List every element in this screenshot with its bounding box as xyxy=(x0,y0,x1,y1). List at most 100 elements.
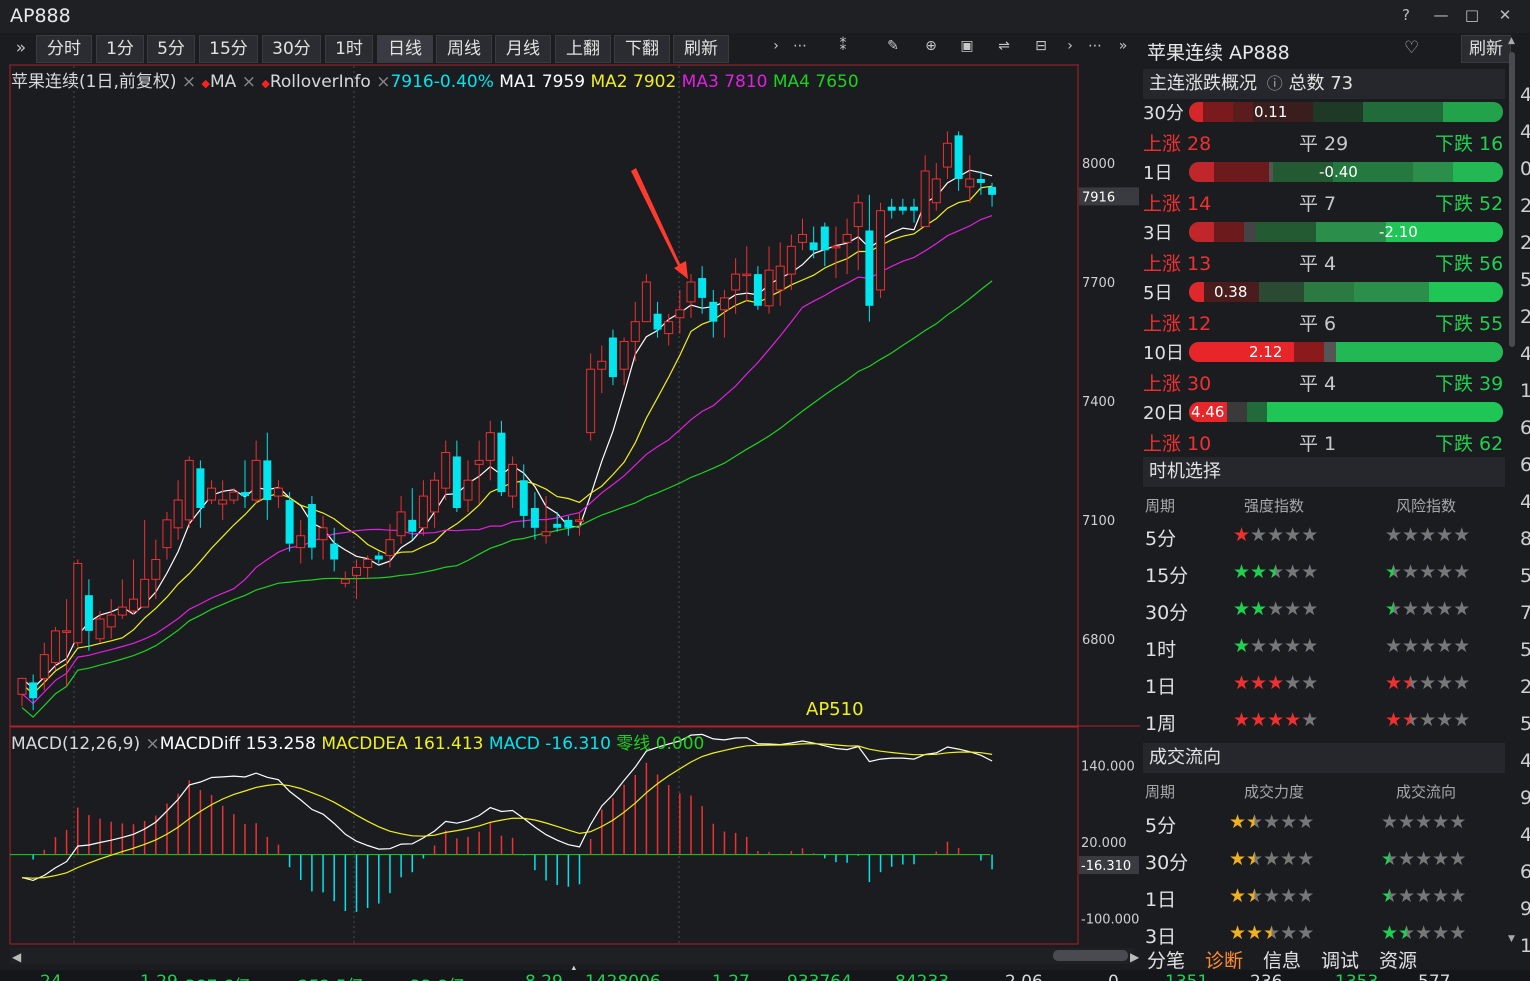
tab-15min[interactable]: 15分 xyxy=(199,35,258,63)
panel-refresh-button[interactable]: 刷新 xyxy=(1461,35,1511,63)
tab-resources[interactable]: 资源 xyxy=(1379,946,1417,973)
star-icon: ★ xyxy=(1419,524,1437,546)
timing-period: 15分 xyxy=(1145,565,1189,587)
tab-1hour[interactable]: 1时 xyxy=(325,35,373,63)
close-macd-icon[interactable]: × xyxy=(146,734,160,754)
tab-debug[interactable]: 调试 xyxy=(1321,946,1359,973)
draw-icon[interactable]: ✎ xyxy=(883,38,903,54)
layout-icon[interactable]: ▣ xyxy=(957,38,977,54)
overview-bar: 4.46 xyxy=(1189,402,1503,422)
page-down-button[interactable]: 下翻 xyxy=(614,35,670,63)
star-icon: ★ xyxy=(1267,598,1285,620)
candle-up xyxy=(463,479,473,501)
candle-up xyxy=(764,269,774,307)
candle-up xyxy=(619,340,629,370)
rollover-label[interactable]: RolloverInfo xyxy=(270,72,371,92)
more-icon-2[interactable]: ⋯ xyxy=(1085,38,1105,54)
rights-icon[interactable]: ⁑ xyxy=(833,38,853,54)
right-panel-scrollbar[interactable]: ▲ ▼ xyxy=(1508,34,1516,970)
tab-weekly[interactable]: 周线 xyxy=(436,35,492,63)
star-icon: ★ xyxy=(1385,598,1403,620)
horizontal-scrollbar[interactable] xyxy=(10,948,1135,964)
candle-down xyxy=(809,242,818,251)
flow-col-direction: 成交流向 xyxy=(1396,783,1457,801)
overview-bar-segment xyxy=(1316,222,1386,242)
star-icon: ★ xyxy=(1297,885,1315,907)
tab-30min[interactable]: 30分 xyxy=(262,35,321,63)
star-icon: ★ xyxy=(1284,635,1302,657)
scroll-right-icon[interactable]: ▶ xyxy=(1130,950,1140,964)
maximize-icon[interactable]: □ xyxy=(1462,6,1482,24)
close-indicator-icon[interactable]: × xyxy=(182,72,196,92)
page-up-button[interactable]: 上翻 xyxy=(555,35,611,63)
tab-diagnosis[interactable]: 诊断 xyxy=(1205,946,1243,973)
candle-up xyxy=(474,459,484,465)
tab-info[interactable]: 信息 xyxy=(1263,946,1301,973)
title-bar: AP888 ? — □ ✕ xyxy=(0,0,1530,33)
scroll-left-icon[interactable]: ◀ xyxy=(12,950,22,964)
strength-stars: ★★★★★ xyxy=(1233,561,1318,583)
edge-digit: 6 xyxy=(1520,417,1530,439)
scrollbar-thumb-right[interactable] xyxy=(1509,52,1515,347)
help-circle-icon[interactable]: ⓘ xyxy=(1267,74,1283,93)
scrollbar-thumb[interactable] xyxy=(1053,950,1128,961)
scroll-up-icon[interactable]: ▲ xyxy=(1508,36,1515,46)
macd-dea: MACDDEA 161.413 xyxy=(321,734,484,754)
edge-digit: 2 xyxy=(1520,195,1530,217)
tab-daily[interactable]: 日线 xyxy=(377,35,433,63)
add-indicator-icon[interactable]: ⊕ xyxy=(921,38,941,54)
star-icon: ★ xyxy=(1453,709,1471,731)
tab-5min[interactable]: 5分 xyxy=(147,35,195,63)
edge-digit: 4 xyxy=(1520,343,1530,365)
candle-down xyxy=(564,519,573,528)
tab-1min[interactable]: 1分 xyxy=(96,35,144,63)
more-icon[interactable]: ⋯ xyxy=(790,38,810,54)
candle-down xyxy=(519,480,528,516)
ma-label[interactable]: MA xyxy=(210,72,236,92)
overview-bar: 0.38 xyxy=(1189,282,1503,302)
chevron-right-icon[interactable]: › xyxy=(766,38,786,54)
risk-stars: ★★★★★ xyxy=(1385,561,1470,583)
star-icon: ★ xyxy=(1301,709,1319,731)
status-value: 1351 xyxy=(1165,972,1208,981)
candle-up xyxy=(17,677,27,695)
edge-digit: 1 xyxy=(1520,380,1530,402)
help-icon[interactable]: ? xyxy=(1396,6,1416,24)
star-icon: ★ xyxy=(1301,672,1319,694)
expand-icon[interactable]: » xyxy=(11,38,31,58)
status-value: 33.8亿 xyxy=(410,972,465,981)
timing-period: 1日 xyxy=(1145,676,1177,698)
star-icon: ★ xyxy=(1453,635,1471,657)
close-rollover-icon[interactable]: × xyxy=(376,72,390,92)
overview-bar-segment xyxy=(1189,102,1203,122)
star-icon: ★ xyxy=(1263,811,1281,833)
overview-period: 1日 xyxy=(1143,163,1173,184)
macd-name[interactable]: MACD(12,26,9) xyxy=(11,734,140,754)
collapse-panel-icon[interactable]: » xyxy=(1113,38,1133,54)
scroll-down-icon[interactable]: ▼ xyxy=(1508,934,1515,944)
ma1-line xyxy=(21,169,993,690)
macd-diff: MACDDiff 153.258 xyxy=(159,734,316,754)
chevron-right-icon-2[interactable]: › xyxy=(1060,38,1080,54)
refresh-button[interactable]: 刷新 xyxy=(673,35,729,63)
kline-chart[interactable]: 8000 7700 7400 7100 6800 7916 140.000 20.000 -1… xyxy=(0,64,1140,970)
tab-ticks[interactable]: 分笔 xyxy=(1147,946,1185,973)
overview-bar-segment xyxy=(1313,102,1363,122)
price-tick-label: 6800 xyxy=(1082,633,1115,648)
tab-minute[interactable]: 分时 xyxy=(36,35,92,63)
section-overview-header: 主连涨跌概况 ⓘ 总数 73 xyxy=(1143,69,1505,99)
close-icon[interactable]: ✕ xyxy=(1495,6,1515,24)
overview-up-count: 上涨 30 xyxy=(1143,373,1212,395)
chevron-down-icon[interactable]: ♡ xyxy=(1404,38,1419,58)
panel-icon[interactable]: ⊟ xyxy=(1031,38,1051,54)
close-ma-icon[interactable]: × xyxy=(242,72,256,92)
star-icon: ★ xyxy=(1280,848,1298,870)
overview-bar-value: 0.38 xyxy=(1214,283,1248,301)
settings-icon[interactable]: ⇌ xyxy=(994,38,1014,54)
minimize-icon[interactable]: — xyxy=(1431,6,1451,24)
candle-up xyxy=(630,321,640,342)
star-icon: ★ xyxy=(1402,635,1420,657)
star-icon: ★ xyxy=(1381,811,1399,833)
tab-monthly[interactable]: 月线 xyxy=(495,35,551,63)
candle-up xyxy=(363,559,373,568)
